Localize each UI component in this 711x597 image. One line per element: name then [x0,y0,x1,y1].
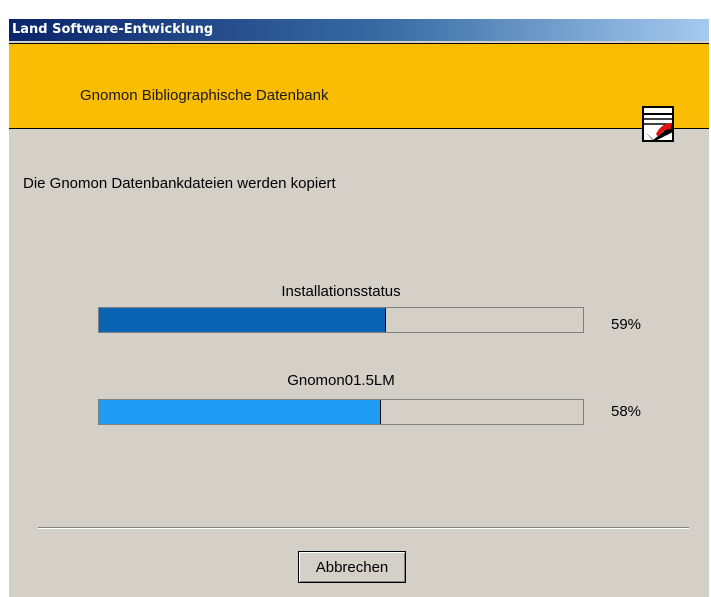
header-banner: Gnomon Bibliographische Datenbank [9,43,709,142]
status-text: Die Gnomon Datenbankdateien werden kopie… [23,175,336,192]
progress-fill-install [99,308,386,332]
progress-bar-install [98,307,584,333]
progress-label-file: Gnomon01.5LM [287,372,395,389]
progress-bar-file [98,399,584,425]
gnomon-logo-icon [642,106,674,146]
cancel-button[interactable]: Abbrechen [298,551,406,583]
progress-percent-install: 59% [611,316,642,333]
progress-percent-file: 58% [611,403,642,420]
progress-label-install: Installationsstatus [281,283,401,300]
banner-title: Gnomon Bibliographische Datenbank [80,87,329,104]
window-title: Land Software-Entwicklung [9,19,709,41]
separator [38,527,689,529]
installer-window: Land Software-Entwicklung Gnomon Bibliog… [9,19,709,597]
progress-fill-file [99,400,381,424]
